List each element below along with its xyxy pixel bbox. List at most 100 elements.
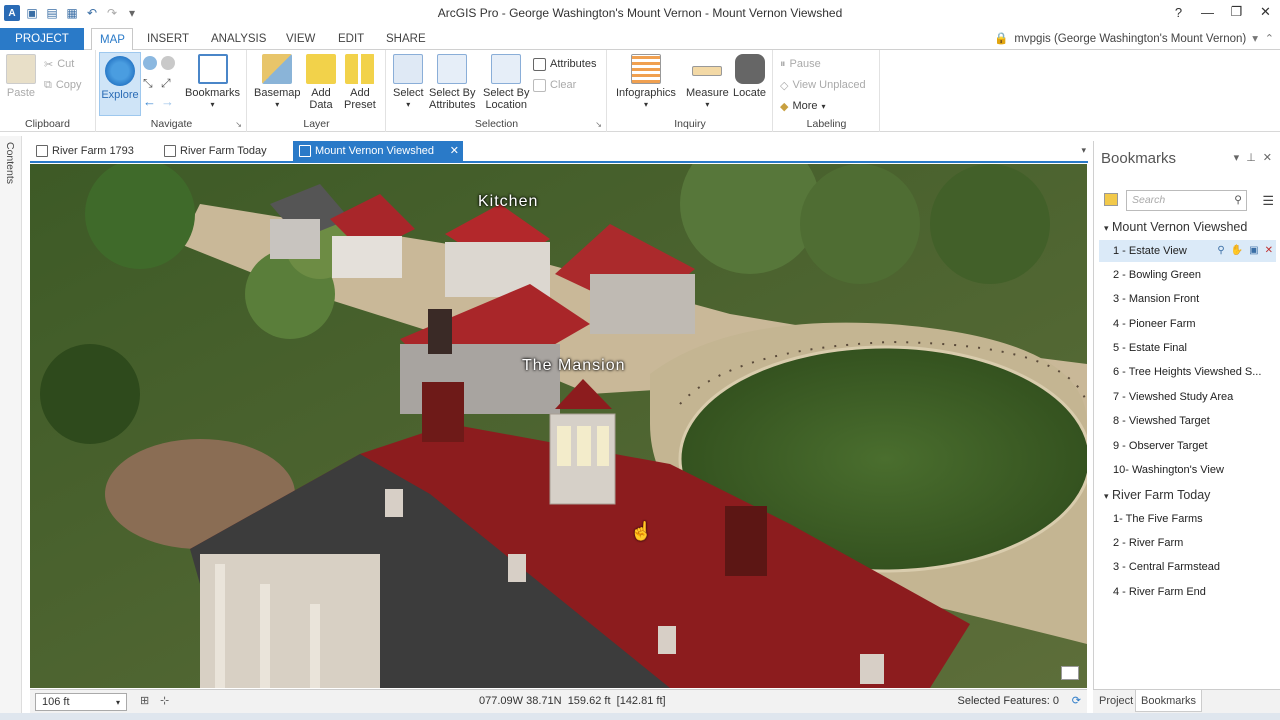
view-unplaced-button[interactable]: ◇ View Unplaced	[780, 76, 866, 94]
bookmark-item[interactable]: 4 - Pioneer Farm	[1099, 313, 1276, 335]
locate-button[interactable]: Locate	[733, 54, 766, 99]
tab-map[interactable]: MAP	[91, 28, 133, 51]
bookmark-item[interactable]: 3 - Central Farmstead	[1099, 556, 1276, 578]
clear-selection-button[interactable]: Clear	[533, 76, 576, 94]
tab-share[interactable]: SHARE	[378, 28, 434, 50]
basemap-button[interactable]: Basemap ▾	[254, 54, 300, 111]
tab-river-farm-today[interactable]: River Farm Today	[158, 141, 286, 161]
select-by-attributes-button[interactable]: Select By Attributes	[429, 54, 475, 111]
collapse-ribbon-icon[interactable]: ⌃	[1265, 32, 1274, 45]
open-project-icon[interactable]: ▤	[44, 5, 60, 21]
add-preset-button[interactable]: Add Preset	[344, 54, 376, 111]
clipboard-group-label: Clipboard	[25, 118, 70, 130]
bookmark-item[interactable]: 8 - Viewshed Target	[1099, 410, 1276, 432]
restore-button[interactable]: ❐	[1222, 0, 1251, 24]
bookmark-item[interactable]: 7 - Viewshed Study Area	[1099, 386, 1276, 408]
navigate-launcher-icon[interactable]: ↘	[235, 120, 242, 129]
group-mount-vernon-viewshed[interactable]: ▾ Mount Vernon Viewshed	[1104, 220, 1247, 234]
close-pane-icon[interactable]: ✕	[1263, 151, 1272, 164]
selection-group-label: Selection	[474, 118, 519, 130]
group-river-farm-today[interactable]: ▾ River Farm Today	[1104, 488, 1210, 502]
infographics-button[interactable]: Infographics ▾	[616, 54, 676, 111]
add-data-button[interactable]: Add Data	[306, 54, 336, 111]
save-project-icon[interactable]: ▦	[64, 5, 80, 21]
new-project-icon[interactable]: ▣	[24, 5, 40, 21]
tab-mount-vernon-viewshed[interactable]: Mount Vernon Viewshed ✕	[293, 141, 463, 161]
bookmark-item[interactable]: 4 - River Farm End	[1099, 581, 1276, 603]
pause-labeling-button[interactable]: ⏸ Pause	[780, 55, 821, 73]
zoom-to-icon[interactable]: ⚲	[1217, 240, 1224, 262]
next-extent-icon[interactable]: →	[161, 94, 174, 109]
infographics-icon	[630, 54, 661, 84]
ribbon: Paste ✂ Cut ⧉ Copy Clipboard Explore ⤡ ⤢ ←…	[0, 50, 1280, 132]
bookmark-item[interactable]: 6 - Tree Heights Viewshed S...	[1099, 361, 1276, 383]
redo-icon[interactable]: ↷	[104, 5, 120, 21]
copy-button[interactable]: ⧉ Copy	[44, 76, 82, 94]
view-unplaced-icon: ◇	[780, 79, 789, 92]
view-tabs-dropdown-icon[interactable]: ▾	[1081, 145, 1086, 156]
selection-launcher-icon[interactable]: ↘	[595, 120, 602, 129]
search-icon: ⚲	[1234, 194, 1242, 206]
previous-extent-icon[interactable]: ←	[143, 94, 156, 109]
measure-button[interactable]: Measure ▾	[686, 54, 729, 111]
scene-view[interactable]: Kitchen The Mansion ☝	[30, 164, 1087, 688]
tab-river-farm-1793[interactable]: River Farm 1793	[30, 141, 152, 161]
bookmarks-button[interactable]: Bookmarks ▾	[185, 54, 240, 111]
bookmark-search-input[interactable]: Search ⚲	[1126, 190, 1247, 211]
tab-edit[interactable]: EDIT	[330, 28, 372, 50]
minimize-button[interactable]: —	[1193, 0, 1222, 24]
bookmark-item[interactable]: 1- The Five Farms	[1099, 508, 1276, 530]
tab-view[interactable]: VIEW	[278, 28, 323, 50]
cut-button[interactable]: ✂ Cut	[44, 55, 74, 73]
delete-icon[interactable]: ✕	[1265, 240, 1273, 262]
help-button[interactable]: ?	[1164, 0, 1193, 24]
bookmark-item[interactable]: 3 - Mansion Front	[1099, 288, 1276, 310]
bookmark-item[interactable]: 9 - Observer Target	[1099, 435, 1276, 457]
user-account[interactable]: 🔒 mvpgis (George Washington's Mount Vern…	[994, 28, 1258, 50]
new-bookmark-icon[interactable]	[1104, 193, 1118, 206]
close-tab-icon[interactable]: ✕	[450, 141, 459, 161]
bookmark-item[interactable]: 1 - Estate View ⚲ ✋ ▣ ✕	[1099, 240, 1276, 262]
tab-bookmarks-pane[interactable]: Bookmarks	[1135, 690, 1203, 712]
zoom-full-extent-icon[interactable]	[143, 56, 157, 70]
bookmarks-icon	[197, 54, 228, 84]
fixed-zoom-out-icon[interactable]: ⤢	[161, 76, 171, 91]
snapping-icon[interactable]: ⊹	[160, 694, 169, 707]
tab-analysis[interactable]: ANALYSIS	[203, 28, 274, 50]
pane-options-icon[interactable]: ▾	[1234, 151, 1240, 164]
contents-pane-tab[interactable]: Contents	[0, 136, 22, 720]
selection-group: Select ▾ Select By Attributes Select By L…	[387, 50, 607, 132]
undo-icon[interactable]: ↶	[84, 5, 100, 21]
globe-icon[interactable]	[161, 56, 175, 70]
bookmark-item[interactable]: 10- Washington's View	[1099, 459, 1276, 481]
tab-insert[interactable]: INSERT	[139, 28, 197, 50]
map-notes-icon[interactable]	[1061, 666, 1079, 680]
paste-button[interactable]: Paste	[6, 54, 36, 99]
tab-project[interactable]: PROJECT	[0, 28, 84, 50]
chevron-down-icon: ▾	[115, 697, 120, 707]
close-button[interactable]: ✕	[1251, 0, 1280, 24]
bookmark-item[interactable]: 5 - Estate Final	[1099, 337, 1276, 359]
selected-features-count[interactable]: Selected Features: 0	[957, 695, 1059, 707]
bookmark-item[interactable]: 2 - River Farm	[1099, 532, 1276, 554]
customize-qat-icon[interactable]: ▾	[124, 5, 140, 21]
attributes-button[interactable]: Attributes	[533, 55, 596, 73]
menu-icon[interactable]: ☰	[1262, 193, 1274, 209]
pan-to-icon[interactable]: ✋	[1231, 240, 1243, 262]
select-button[interactable]: Select ▾	[393, 54, 424, 111]
paste-icon	[6, 54, 36, 84]
refresh-icon[interactable]: ⟳	[1072, 694, 1081, 707]
pin-icon[interactable]: ⊥	[1246, 151, 1256, 164]
arcgis-app-icon[interactable]: A	[4, 5, 20, 21]
explore-button[interactable]: Explore	[99, 52, 141, 116]
update-bookmark-icon[interactable]: ▣	[1249, 240, 1258, 262]
fixed-zoom-in-icon[interactable]: ⤡	[143, 76, 153, 91]
tab-project-pane[interactable]: Project	[1094, 690, 1138, 712]
copy-icon: ⧉	[44, 78, 52, 91]
select-by-location-button[interactable]: Select By Location	[483, 54, 529, 111]
bookmark-item[interactable]: 2 - Bowling Green	[1099, 264, 1276, 286]
grid-tool-icon[interactable]: ⊞	[140, 694, 149, 707]
more-labeling-button[interactable]: ◆ More ▾	[780, 97, 826, 115]
scale-dropdown[interactable]: 106 ft ▾	[35, 693, 127, 711]
inquiry-group-label: Inquiry	[674, 118, 706, 130]
